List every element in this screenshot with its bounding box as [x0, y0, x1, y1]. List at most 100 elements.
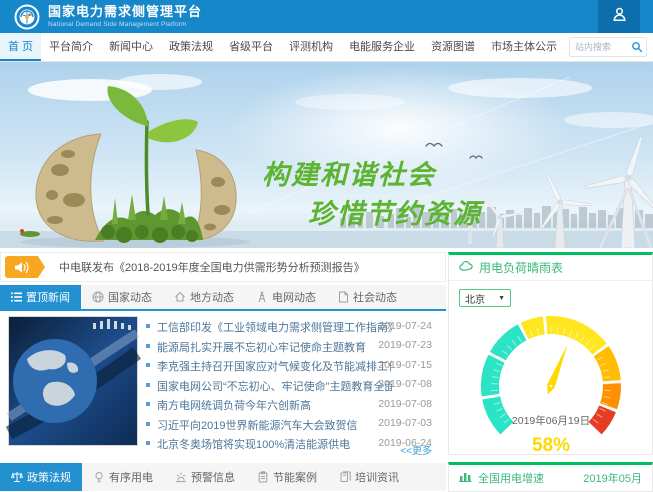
banner-slogan-line2: 珍惜节约资源	[308, 199, 485, 229]
cloud-icon	[459, 260, 473, 275]
news-item[interactable]: 习近平向2019世界新能源汽车大会致贺信 2019-07-03	[146, 415, 438, 435]
clipboard-icon	[257, 471, 269, 483]
news-panel: 工信部印发《工业领域电力需求侧管理工作指南》 2019-07-24 能源局扎实开…	[0, 311, 446, 461]
tab-energy-saving-cases[interactable]: 节能案例	[246, 463, 328, 491]
tab-label: 政策法规	[27, 469, 71, 485]
tab-label: 置顶新闻	[26, 289, 70, 305]
search-icon[interactable]	[631, 41, 643, 53]
nav-item-energy-service-companies[interactable]: 电能服务企业	[341, 33, 423, 61]
news-item-title[interactable]: 南方电网统调负荷今年六创新高	[157, 397, 311, 413]
tab-warning-info[interactable]: 预警信息	[164, 463, 246, 491]
news-item-title[interactable]: 能源局扎实开展不忘初心牢记使命主题教育	[157, 339, 366, 355]
news-item-date: 2019-07-24	[378, 320, 432, 332]
bullet-icon	[146, 363, 150, 367]
gauge-panel-header: 用电负荷晴雨表	[449, 255, 652, 281]
news-item[interactable]: 北京冬奥场馆将实现100%清洁能源供电 2019-06-24	[146, 434, 438, 454]
speaker-icon	[5, 256, 45, 278]
load-gauge: 2019年06月19日 58%	[449, 310, 653, 457]
tab-label: 社会动态	[353, 289, 397, 305]
banner-illustration: 构建和谐社会 珍惜节约资源	[0, 62, 653, 248]
news-item[interactable]: 国家电网公司“不忘初心、牢记使命”主题教育全面展开 2019-07-08	[146, 376, 438, 396]
city-select-value: 北京	[465, 291, 485, 306]
tab-label: 预警信息	[191, 469, 235, 485]
news-item-date: 2019-07-15	[378, 359, 432, 371]
tab-label: 地方动态	[190, 289, 234, 305]
news-item-title[interactable]: 国家电网公司“不忘初心、牢记使命”主题教育全面展开	[157, 378, 392, 394]
siren-icon	[175, 471, 187, 483]
list-icon	[11, 292, 22, 302]
tab-orderly-power-use[interactable]: 有序用电	[82, 463, 164, 491]
bullet-icon	[146, 441, 150, 445]
nav-item-resource-atlas[interactable]: 资源图谱	[423, 33, 483, 61]
news-item-date: 2019-07-03	[378, 417, 432, 429]
news-item[interactable]: 工信部印发《工业领域电力需求侧管理工作指南》 2019-07-24	[146, 317, 438, 337]
login-button[interactable]	[598, 0, 640, 33]
main-nav: 首 页 平台简介 新闻中心 政策法规 省级平台 评测机构 电能服务企业 资源图谱…	[0, 33, 653, 62]
tab-policy-regulations[interactable]: 政策法规	[0, 463, 82, 491]
news-item-title[interactable]: 北京冬奥场馆将实现100%清洁能源供电	[157, 436, 350, 452]
bullet-icon	[146, 344, 150, 348]
news-ticker: 中电联发布《2018-2019年度全国电力供需形势分析预测报告》	[0, 252, 446, 282]
site-title: 国家电力需求侧管理平台	[48, 5, 202, 19]
site-logo-icon	[14, 4, 40, 30]
bar-chart-icon	[459, 469, 472, 487]
tab-training-info[interactable]: 培训资讯	[328, 463, 410, 491]
home-icon	[174, 291, 186, 303]
scales-icon	[11, 471, 23, 483]
nav-item-news-center[interactable]: 新闻中心	[101, 33, 161, 61]
news-list: 工信部印发《工业领域电力需求侧管理工作指南》 2019-07-24 能源局扎实开…	[146, 317, 438, 454]
nav-item-evaluation-agencies[interactable]: 评测机构	[281, 33, 341, 61]
document-icon	[338, 291, 349, 303]
load-gauge-panel: 用电负荷晴雨表 北京 ▼ 2019年06月19日 58%	[448, 252, 653, 455]
chevron-down-icon: ▼	[498, 295, 505, 302]
bulb-icon	[93, 471, 105, 483]
tab-top-news[interactable]: 置顶新闻	[0, 285, 81, 309]
nav-item-platform-intro[interactable]: 平台简介	[41, 33, 101, 61]
tab-label: 节能案例	[273, 469, 317, 485]
tab-grid-news[interactable]: 电网动态	[245, 285, 327, 309]
news-item-date: 2019-07-08	[378, 378, 432, 390]
books-icon	[339, 471, 351, 483]
nav-item-provincial-platforms[interactable]: 省级平台	[221, 33, 281, 61]
header: 国家电力需求侧管理平台 National Demand Side Managem…	[0, 0, 653, 33]
user-icon	[612, 6, 627, 27]
gauge-date: 2019年06月19日	[512, 414, 590, 427]
gauge-value: 58%	[532, 435, 570, 456]
news-item[interactable]: 南方电网统调负荷今年六创新高 2019-07-08	[146, 395, 438, 415]
bullet-icon	[146, 402, 150, 406]
banner: 构建和谐社会 珍惜节约资源	[0, 62, 653, 248]
news-item[interactable]: 李克强主持召开国家应对气候变化及节能减排工作领导小组会议 2019-07-15	[146, 356, 438, 376]
news-item-title[interactable]: 李克强主持召开国家应对气候变化及节能减排工作领导小组会议	[157, 358, 392, 374]
news-item[interactable]: 能源局扎实开展不忘初心牢记使命主题教育 2019-07-23	[146, 337, 438, 357]
tower-icon	[256, 291, 268, 303]
news-item-date: 2019-07-08	[378, 398, 432, 410]
bullet-icon	[146, 324, 150, 328]
growth-panel-period: 2019年05月	[583, 470, 642, 486]
news-tabs: 置顶新闻 国家动态 地方动态 电网动态 社会动态	[0, 285, 446, 311]
nav-item-policies[interactable]: 政策法规	[161, 33, 221, 61]
nav-item-home[interactable]: 首 页	[0, 33, 41, 61]
tab-label: 电网动态	[272, 289, 316, 305]
tab-social-news[interactable]: 社会动态	[327, 285, 408, 309]
globe-icon	[92, 291, 104, 303]
city-select[interactable]: 北京 ▼	[459, 289, 511, 307]
more-link[interactable]: <<更多	[400, 442, 432, 457]
site-search	[569, 37, 647, 57]
tab-local-news[interactable]: 地方动态	[163, 285, 245, 309]
tab-label: 国家动态	[108, 289, 152, 305]
gauge-panel-title: 用电负荷晴雨表	[479, 259, 563, 276]
news-item-date: 2019-07-23	[378, 339, 432, 351]
news-item-title[interactable]: 习近平向2019世界新能源汽车大会致贺信	[157, 417, 357, 433]
news-item-title[interactable]: 工信部印发《工业领域电力需求侧管理工作指南》	[157, 319, 392, 335]
search-input[interactable]	[575, 42, 631, 52]
bullet-icon	[146, 422, 150, 426]
bullet-icon	[146, 383, 150, 387]
site-subtitle: National Demand Side Management Platform	[48, 21, 202, 28]
tab-national-news[interactable]: 国家动态	[81, 285, 163, 309]
ticker-link[interactable]: 中电联发布《2018-2019年度全国电力供需形势分析预测报告》	[59, 259, 365, 275]
bottom-tabs: 政策法规 有序用电 预警信息 节能案例	[0, 463, 446, 491]
nav-item-market-entity-disclosure[interactable]: 市场主体公示	[483, 33, 565, 61]
banner-slogan-line1: 构建和谐社会	[262, 160, 438, 190]
news-image[interactable]	[8, 316, 138, 446]
tab-label: 培训资讯	[355, 469, 399, 485]
